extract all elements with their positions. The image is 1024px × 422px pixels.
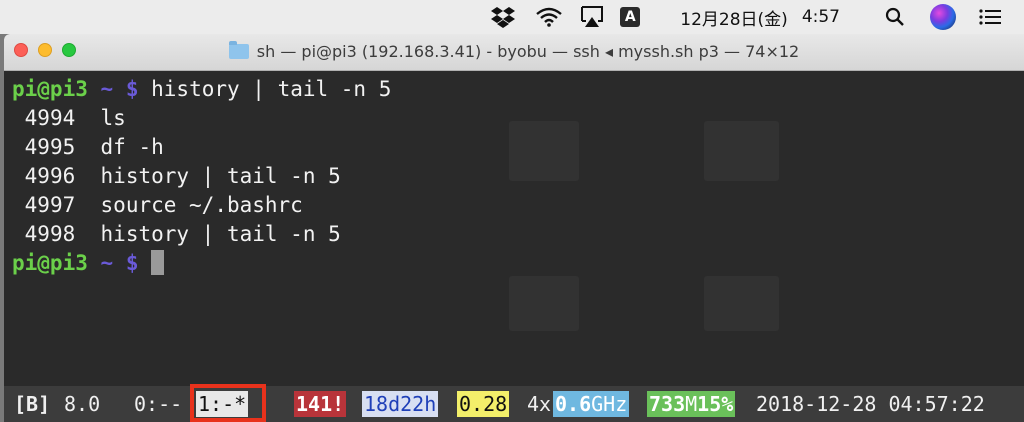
command-text: history | tail -n 5 xyxy=(151,77,392,101)
history-command: ls xyxy=(100,106,126,130)
notification-center-icon[interactable] xyxy=(978,0,1002,34)
history-line: 4995 df -h xyxy=(12,133,164,162)
prompt-symbol: $ xyxy=(125,251,139,275)
byobu-logo: [B] xyxy=(14,392,51,416)
background-ghost xyxy=(704,276,779,331)
byobu-status-bar: [B] 8.0 0:-- 1:-* 141! 18d22h 0.28 4x 0.… xyxy=(4,384,1024,422)
window-title-text: sh — pi@pi3 (192.168.3.41) - byobu — ssh… xyxy=(256,42,800,61)
siri-icon[interactable] xyxy=(930,4,956,30)
history-number: 4996 xyxy=(24,164,76,188)
history-number: 4995 xyxy=(24,135,76,159)
prompt-user: pi@pi3 xyxy=(12,251,88,275)
prompt-symbol: $ xyxy=(125,77,139,101)
airplay-icon[interactable] xyxy=(578,0,606,34)
history-line: 4998 history | tail -n 5 xyxy=(12,220,341,249)
background-ghost xyxy=(509,121,579,181)
load-average: 0.28 xyxy=(457,391,510,417)
history-line: 4994 ls xyxy=(12,104,126,133)
dropbox-icon[interactable] xyxy=(490,0,516,34)
folder-icon xyxy=(228,41,249,59)
cpu-count: 4x xyxy=(527,392,552,416)
background-ghost xyxy=(509,276,579,331)
cpu-frequency: 0.6GHz xyxy=(553,391,630,417)
history-line: 4997 source ~/.bashrc xyxy=(12,191,303,220)
terminal-window: sh — pi@pi3 (192.168.3.41) - byobu — ssh… xyxy=(4,34,1024,422)
history-command: history | tail -n 5 xyxy=(100,164,341,188)
prompt-path: ~ xyxy=(100,77,114,101)
history-command: source ~/.bashrc xyxy=(100,193,303,217)
memory-usage: 733M15% xyxy=(647,391,736,417)
window-tab-0[interactable]: 0:-- xyxy=(132,386,184,422)
menubar-date[interactable]: 12月28日(金) xyxy=(680,5,788,30)
window-title: sh — pi@pi3 (192.168.3.41) - byobu — ssh… xyxy=(4,34,1024,70)
prompt-path: ~ xyxy=(100,251,114,275)
current-prompt-line[interactable]: pi@pi3 ~ $ xyxy=(12,249,165,278)
title-bar[interactable]: sh — pi@pi3 (192.168.3.41) - byobu — ssh… xyxy=(4,34,1024,71)
history-line: 4996 history | tail -n 5 xyxy=(12,162,341,191)
menubar-time[interactable]: 4:57 xyxy=(802,7,840,27)
uptime: 18d22h xyxy=(362,391,439,417)
history-number: 4994 xyxy=(24,106,76,130)
spotlight-search-icon[interactable] xyxy=(884,0,906,34)
status-datetime: 2018-12-28 04:57:22 xyxy=(756,392,985,416)
command-line: pi@pi3 ~ $ history | tail -n 5 xyxy=(12,75,391,104)
updates-available: 141! xyxy=(294,391,347,417)
history-number: 4998 xyxy=(24,222,76,246)
byobu-version: 8.0 xyxy=(64,392,101,416)
history-command: df -h xyxy=(100,135,164,159)
input-source-icon[interactable]: A xyxy=(620,7,641,27)
prompt-user: pi@pi3 xyxy=(12,77,88,101)
text-cursor xyxy=(151,250,165,275)
history-command: history | tail -n 5 xyxy=(100,222,341,246)
highlight-box xyxy=(190,384,266,422)
wifi-icon[interactable] xyxy=(534,0,564,34)
menu-bar: A 12月28日(金) 4:57 xyxy=(0,0,1024,34)
history-number: 4997 xyxy=(24,193,76,217)
background-ghost xyxy=(704,121,779,181)
terminal-content[interactable]: pi@pi3 ~ $ history | tail -n 5 4994 ls 4… xyxy=(4,71,1024,422)
